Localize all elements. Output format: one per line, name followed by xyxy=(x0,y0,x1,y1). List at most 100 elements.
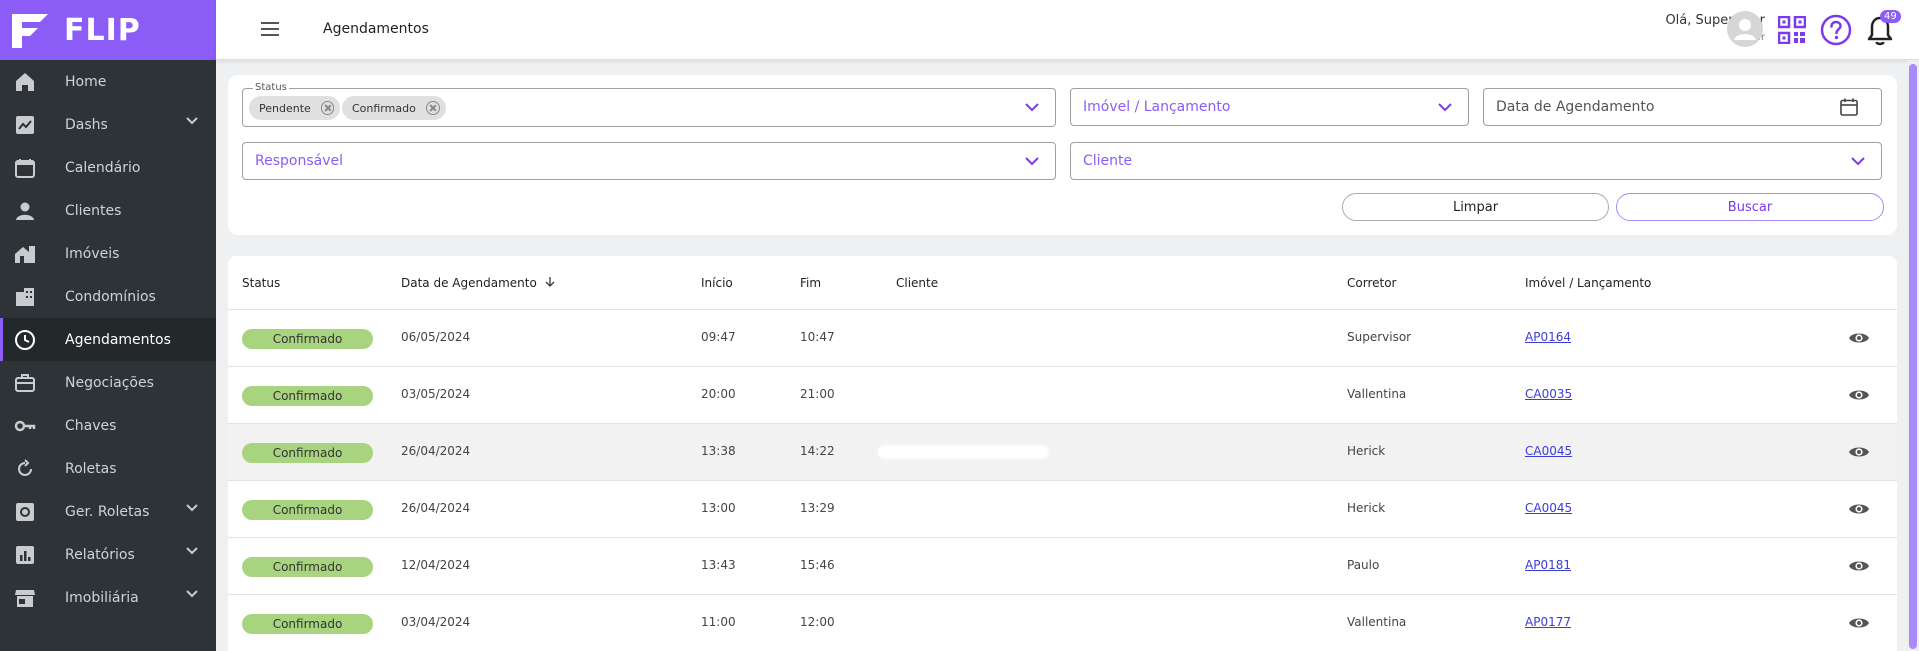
sidebar-item-label: Negociações xyxy=(65,374,154,391)
table-row[interactable]: Confirmado 26/04/2024 13:38 14:22 Herick CA00… xyxy=(228,424,1897,481)
table-header: Status Data de Agendamento Início Fim Cl… xyxy=(228,256,1897,310)
start-cell: 09:47 xyxy=(701,330,736,344)
sort-arrow-down-icon[interactable] xyxy=(545,276,555,288)
chevron-down-icon[interactable] xyxy=(186,547,198,555)
table-row[interactable]: Confirmado 26/04/2024 13:00 13:29 Herick CA00… xyxy=(228,481,1897,538)
sidebar-item-label: Home xyxy=(65,73,107,90)
view-eye-icon[interactable] xyxy=(1848,330,1870,346)
clock-icon xyxy=(15,329,35,350)
property-link[interactable]: AP0164 xyxy=(1525,330,1571,344)
sidebar-item-label: Imóveis xyxy=(65,245,120,262)
start-cell: 11:00 xyxy=(701,615,736,629)
clear-button[interactable]: Limpar xyxy=(1342,193,1609,221)
view-eye-icon[interactable] xyxy=(1848,558,1870,574)
chevron-down-icon[interactable] xyxy=(1025,156,1039,166)
scrollbar-thumb[interactable] xyxy=(1909,64,1917,649)
sidebar-item-relat-rios[interactable]: Relatórios xyxy=(0,533,216,576)
sidebar-item-label: Condomínios xyxy=(65,288,156,305)
search-button[interactable]: Buscar xyxy=(1616,193,1884,221)
vertical-scrollbar[interactable] xyxy=(1907,60,1919,651)
column-client[interactable]: Cliente xyxy=(896,276,938,290)
sidebar-item-agendamentos[interactable]: Agendamentos xyxy=(0,318,216,361)
cliente-filter[interactable]: Cliente xyxy=(1070,142,1882,180)
broker-cell: Supervisor xyxy=(1347,330,1412,344)
sidebar-item-dashs[interactable]: Dashs xyxy=(0,103,216,146)
view-eye-icon[interactable] xyxy=(1848,615,1870,631)
sidebar-nav: Home Dashs Calendário Clientes Imóveis Condom… xyxy=(0,60,216,619)
end-cell: 15:46 xyxy=(800,558,835,572)
table-row[interactable]: Confirmado 03/05/2024 20:00 21:00 Vallentina… xyxy=(228,367,1897,424)
chevron-down-icon[interactable] xyxy=(1438,102,1452,112)
date-filter[interactable]: Data de Agendamento xyxy=(1483,88,1882,126)
responsavel-filter[interactable]: Responsável xyxy=(242,142,1056,180)
status-badge: Confirmado xyxy=(242,386,373,406)
property-link[interactable]: CA0045 xyxy=(1525,501,1572,515)
view-eye-icon[interactable] xyxy=(1848,501,1870,517)
table-row[interactable]: Confirmado 03/04/2024 11:00 12:00 Vallentina… xyxy=(228,595,1897,651)
column-broker[interactable]: Corretor xyxy=(1347,276,1396,290)
briefcase-icon xyxy=(15,373,35,392)
help-icon[interactable] xyxy=(1820,14,1852,46)
sidebar-item-negocia-es[interactable]: Negociações xyxy=(0,361,216,404)
broker-cell: Paulo xyxy=(1347,558,1380,572)
sidebar-item-im-veis[interactable]: Imóveis xyxy=(0,232,216,275)
end-cell: 12:00 xyxy=(800,615,835,629)
sidebar-item-calend-rio[interactable]: Calendário xyxy=(0,146,216,189)
remove-chip-icon[interactable] xyxy=(320,101,334,115)
sidebar-item-label: Clientes xyxy=(65,202,122,219)
table-row[interactable]: Confirmado 06/05/2024 09:47 10:47 Supervisor… xyxy=(228,310,1897,367)
column-end[interactable]: Fim xyxy=(800,276,821,290)
column-status[interactable]: Status xyxy=(242,276,280,290)
chevron-down-icon[interactable] xyxy=(186,504,198,512)
qr-code-icon[interactable] xyxy=(1778,16,1806,44)
brand-name: FLIP xyxy=(64,12,141,48)
date-cell: 06/05/2024 xyxy=(401,330,471,344)
sidebar-item-roletas[interactable]: Roletas xyxy=(0,447,216,490)
sidebar-item-imobili-ria[interactable]: Imobiliária xyxy=(0,576,216,619)
store-icon xyxy=(15,589,35,607)
cliente-filter-placeholder: Cliente xyxy=(1083,153,1133,169)
sidebar-item-condom-nios[interactable]: Condomínios xyxy=(0,275,216,318)
status-chip-confirmado: Confirmado xyxy=(342,96,446,120)
view-eye-icon[interactable] xyxy=(1848,444,1870,460)
chevron-down-icon[interactable] xyxy=(1025,102,1039,112)
broker-cell: Herick xyxy=(1347,501,1386,515)
sidebar-item-ger-roletas[interactable]: Ger. Roletas xyxy=(0,490,216,533)
brand-logo[interactable]: FLIP xyxy=(0,0,216,60)
imovel-filter[interactable]: Imóvel / Lançamento xyxy=(1070,88,1469,126)
property-link[interactable]: AP0177 xyxy=(1525,615,1571,629)
column-property[interactable]: Imóvel / Lançamento xyxy=(1525,276,1651,290)
chip-label: Confirmado xyxy=(352,101,416,115)
sidebar-item-chaves[interactable]: Chaves xyxy=(0,404,216,447)
chevron-down-icon[interactable] xyxy=(1851,156,1865,166)
chevron-down-icon[interactable] xyxy=(186,117,198,125)
date-cell: 03/04/2024 xyxy=(401,615,471,629)
column-date[interactable]: Data de Agendamento xyxy=(401,276,555,290)
chevron-down-icon[interactable] xyxy=(186,590,198,598)
flip-logo-icon xyxy=(12,14,48,48)
remove-chip-icon[interactable] xyxy=(425,101,440,115)
property-link[interactable]: CA0035 xyxy=(1525,387,1572,401)
status-filter[interactable]: Status Pendente Confirmado xyxy=(242,82,1056,127)
filters-panel: Status Pendente Confirmado Imóvel / Lanç… xyxy=(228,75,1897,235)
sidebar: FLIP Home Dashs Calendário Clientes Imóveis C… xyxy=(0,0,216,651)
sidebar-item-home[interactable]: Home xyxy=(0,60,216,103)
menu-toggle-icon[interactable] xyxy=(261,22,279,36)
property-link[interactable]: CA0045 xyxy=(1525,444,1572,458)
imovel-filter-placeholder: Imóvel / Lançamento xyxy=(1083,99,1231,115)
sidebar-item-label: Relatórios xyxy=(65,546,135,563)
building-icon xyxy=(16,287,34,306)
notifications-badge: 49 xyxy=(1880,10,1901,23)
end-cell: 13:29 xyxy=(800,501,835,515)
column-start[interactable]: Início xyxy=(701,276,733,290)
table-row[interactable]: Confirmado 12/04/2024 13:43 15:46 Paulo AP018… xyxy=(228,538,1897,595)
sidebar-item-label: Dashs xyxy=(65,116,108,133)
calendar-icon[interactable] xyxy=(1839,97,1859,117)
view-eye-icon[interactable] xyxy=(1848,387,1870,403)
status-badge: Confirmado xyxy=(242,557,373,577)
property-link[interactable]: AP0181 xyxy=(1525,558,1571,572)
sidebar-item-clientes[interactable]: Clientes xyxy=(0,189,216,232)
user-avatar-icon[interactable] xyxy=(1727,11,1763,47)
end-cell: 10:47 xyxy=(800,330,835,344)
date-cell: 03/05/2024 xyxy=(401,387,471,401)
